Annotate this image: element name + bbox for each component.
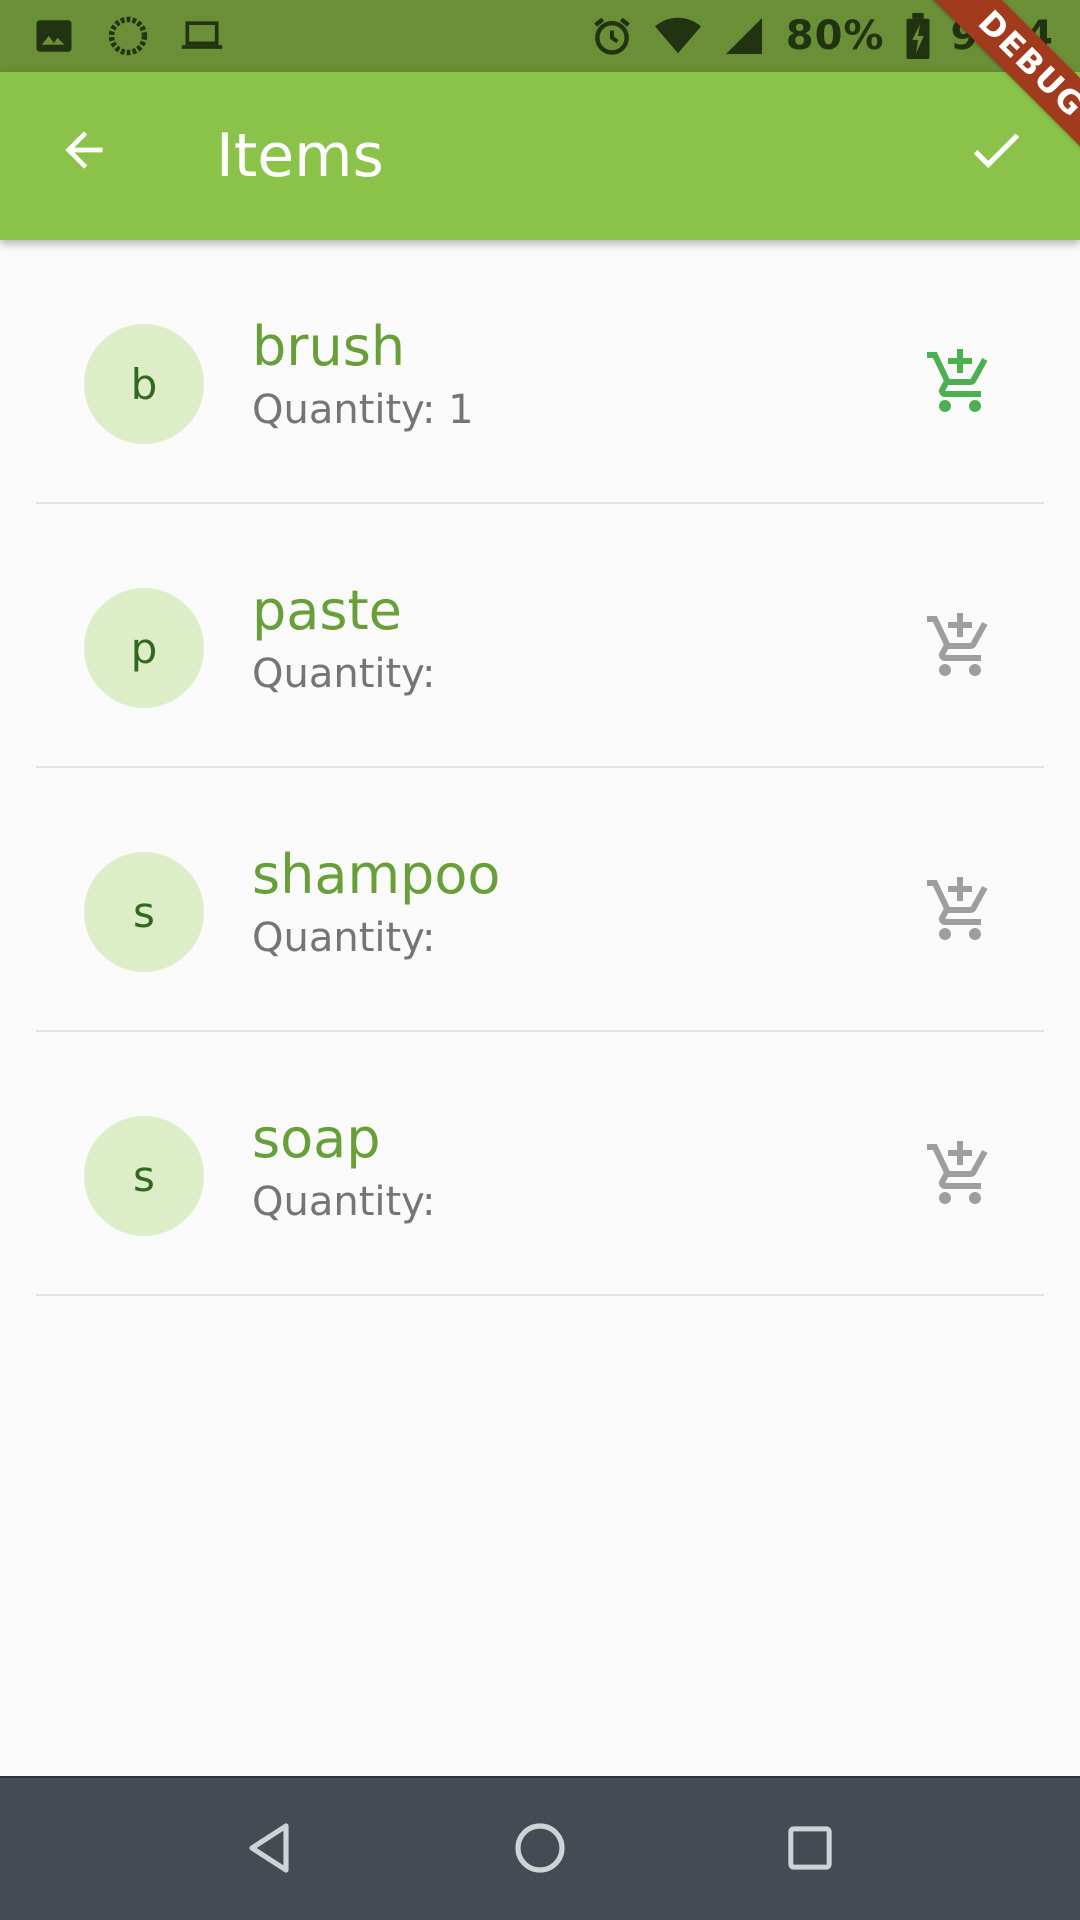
sync-icon — [104, 12, 152, 60]
add-shopping-cart-icon — [924, 346, 996, 422]
add-shopping-cart-icon — [924, 1138, 996, 1214]
list-item[interactable]: p paste Quantity: — [0, 504, 1080, 768]
signal-icon — [720, 12, 768, 60]
avatar-initial: s — [133, 887, 155, 937]
nav-back-button[interactable] — [230, 1810, 310, 1890]
avatar: s — [84, 1116, 204, 1236]
add-to-cart-button[interactable] — [912, 600, 1008, 696]
back-button[interactable] — [44, 112, 124, 192]
list-item[interactable]: s shampoo Quantity: — [0, 768, 1080, 1032]
avatar-initial: b — [130, 359, 158, 409]
confirm-button[interactable] — [956, 112, 1036, 192]
add-shopping-cart-icon — [924, 610, 996, 686]
item-quantity: Quantity: — [252, 915, 436, 961]
arrow-back-icon — [56, 122, 112, 182]
item-quantity: Quantity: — [252, 1179, 436, 1225]
avatar-initial: s — [133, 1151, 155, 1201]
alarm-icon — [588, 12, 636, 60]
item-quantity: Quantity: 1 — [252, 387, 474, 433]
battery-charging-icon — [903, 12, 933, 60]
item-name: shampoo — [252, 843, 501, 906]
image-icon — [30, 12, 78, 60]
items-list: b brush Quantity: 1 p paste Quantity: s … — [0, 240, 1080, 1296]
check-icon — [965, 119, 1027, 185]
nav-home-icon — [514, 1822, 566, 1878]
item-name: paste — [252, 579, 402, 642]
nav-recents-button[interactable] — [770, 1810, 850, 1890]
nav-recents-icon — [787, 1825, 833, 1875]
nav-home-button[interactable] — [500, 1810, 580, 1890]
item-name: soap — [252, 1107, 381, 1170]
system-nav-bar — [0, 1776, 1080, 1920]
list-item[interactable]: b brush Quantity: 1 — [0, 240, 1080, 504]
divider — [36, 1294, 1044, 1296]
avatar: b — [84, 324, 204, 444]
app-bar: Items — [0, 72, 1080, 240]
list-item[interactable]: s soap Quantity: — [0, 1032, 1080, 1296]
nav-back-icon — [246, 1822, 294, 1878]
add-to-cart-button[interactable] — [912, 336, 1008, 432]
status-bar-left — [30, 12, 226, 60]
page-title: Items — [216, 121, 384, 191]
avatar: p — [84, 588, 204, 708]
add-to-cart-button[interactable] — [912, 864, 1008, 960]
status-bar: 80% 9:54 — [0, 0, 1080, 72]
item-quantity: Quantity: — [252, 651, 436, 697]
battery-percent: 80% — [785, 13, 885, 59]
add-shopping-cart-icon — [924, 874, 996, 950]
avatar-initial: p — [130, 623, 158, 673]
wifi-icon — [654, 12, 702, 60]
add-to-cart-button[interactable] — [912, 1128, 1008, 1224]
item-name: brush — [252, 315, 406, 378]
laptop-icon — [178, 12, 226, 60]
avatar: s — [84, 852, 204, 972]
